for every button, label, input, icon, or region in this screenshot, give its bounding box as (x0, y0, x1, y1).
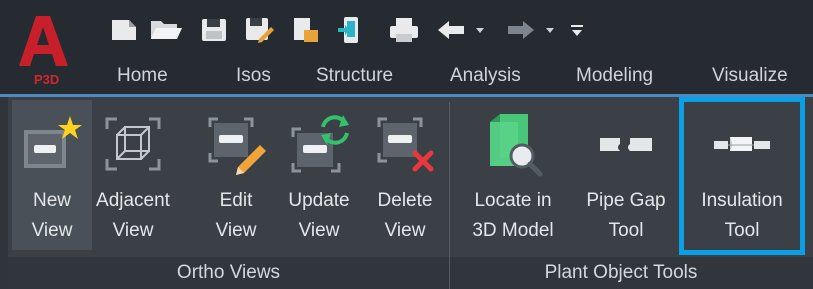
ribbon-tabs: Home Isos Structure Analysis Modeling Vi… (92, 60, 813, 92)
adjacent-view-button[interactable]: Adjacent View (92, 100, 174, 250)
customize-dropdown-icon[interactable] (566, 10, 588, 50)
svg-text:P3D: P3D (34, 72, 59, 87)
plant-object-tools-panel-title: Plant Object Tools (544, 262, 698, 283)
adjacent-view-label-1: Adjacent (96, 190, 170, 211)
delete-view-icon (364, 108, 446, 180)
undo-dropdown-icon[interactable] (472, 10, 488, 50)
delete-view-label-1: Delete (377, 190, 433, 211)
pipe-gap-icon (574, 108, 678, 180)
redo-icon[interactable] (504, 10, 538, 50)
update-view-label-2: View (298, 220, 340, 241)
edit-view-button[interactable]: Edit View (196, 100, 276, 250)
pipe-gap-tool-button[interactable]: Pipe Gap Tool (574, 100, 678, 250)
delete-view-label-2: View (384, 220, 426, 241)
locate-in-3d-model-label-2: 3D Model (472, 220, 554, 241)
edit-view-label-1: Edit (219, 190, 253, 211)
insulation-tool-highlight-box (679, 97, 805, 255)
tab-analysis[interactable]: Analysis (450, 60, 521, 92)
edit-view-icon (196, 108, 276, 180)
ribbon-left-edge (0, 97, 8, 289)
update-view-icon (278, 108, 360, 180)
save-icon[interactable] (198, 10, 230, 50)
print-icon[interactable] (386, 10, 422, 50)
redo-dropdown-icon[interactable] (542, 10, 558, 50)
tab-visualize[interactable]: Visualize (712, 60, 788, 92)
ortho-views-panel-title: Ortho Views (176, 262, 281, 283)
edit-view-label-2: View (215, 220, 257, 241)
autocad-plant3d-logo-icon: P3D (19, 16, 68, 87)
tab-home[interactable]: Home (117, 60, 168, 92)
new-view-label-1: New (32, 190, 71, 211)
update-view-button[interactable]: Update View (278, 100, 360, 250)
tab-isos[interactable]: Isos (236, 60, 271, 92)
pipe-gap-tool-label-1: Pipe Gap (586, 190, 666, 211)
new-view-button[interactable]: New View (12, 100, 92, 250)
tab-structure[interactable]: Structure (316, 60, 393, 92)
new-view-icon (12, 108, 92, 180)
new-file-icon[interactable] (106, 10, 142, 50)
adjacent-view-icon (92, 108, 174, 180)
locate-in-3d-model-button[interactable]: Locate in 3D Model (458, 100, 568, 250)
application-menu-button[interactable]: P3D (16, 8, 78, 90)
import-icon[interactable] (288, 10, 322, 50)
locate-3d-model-icon (458, 108, 568, 180)
locate-in-3d-model-label-1: Locate in (474, 190, 552, 211)
tab-modeling[interactable]: Modeling (576, 60, 653, 92)
new-view-label-2: View (31, 220, 73, 241)
save-as-icon[interactable] (243, 10, 277, 50)
delete-view-button[interactable]: Delete View (364, 100, 446, 250)
open-folder-icon[interactable] (146, 10, 186, 50)
pipe-gap-tool-label-2: Tool (608, 220, 644, 241)
undo-icon[interactable] (434, 10, 468, 50)
export-icon[interactable] (334, 10, 368, 50)
update-view-label-1: Update (288, 190, 350, 211)
adjacent-view-label-2: View (112, 220, 154, 241)
